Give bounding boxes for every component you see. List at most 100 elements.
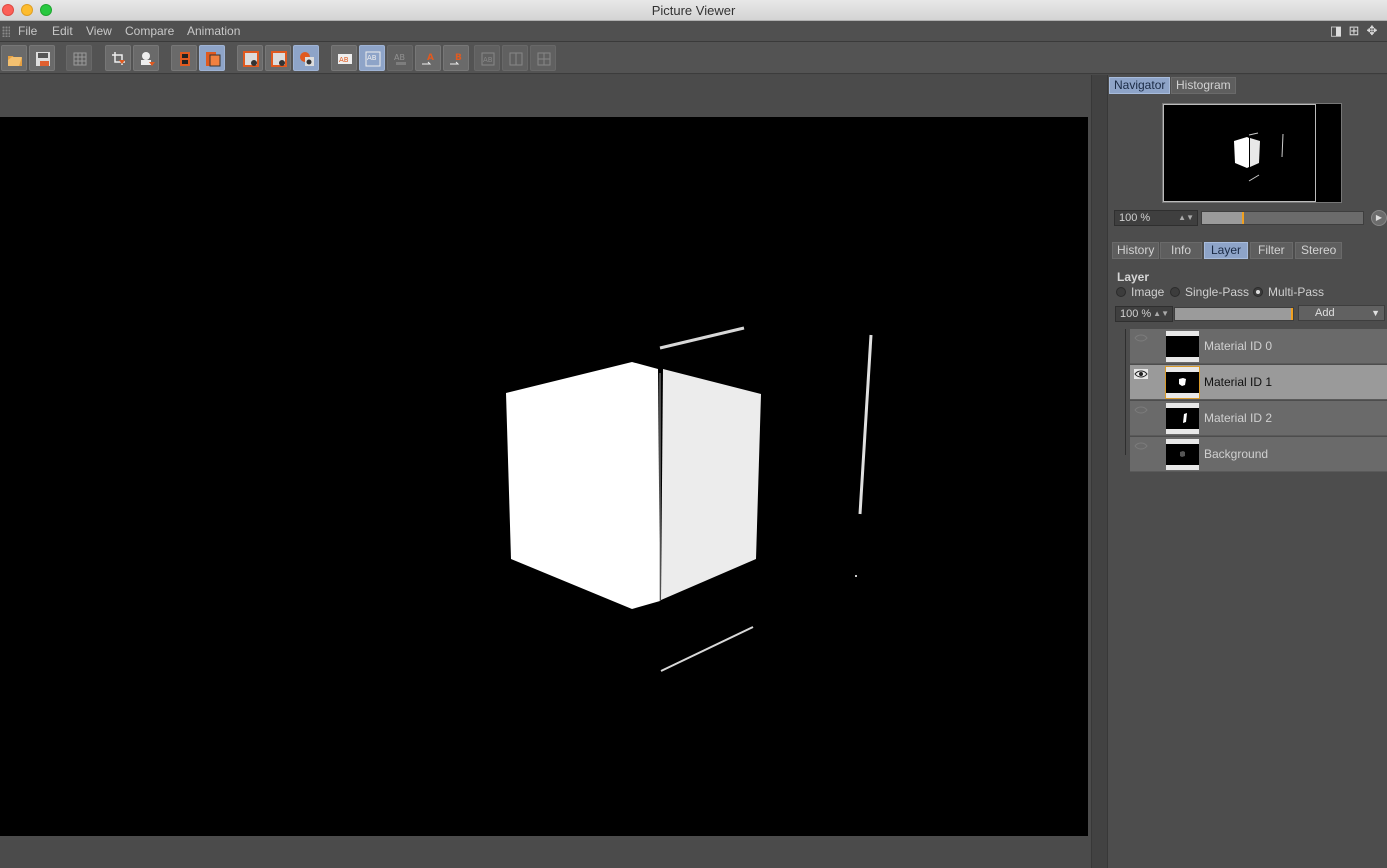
radio-icon[interactable] [1170, 287, 1180, 297]
split-grid-2-button[interactable] [502, 45, 528, 71]
tab-histogram[interactable]: Histogram [1171, 77, 1236, 94]
add-layer-dropdown[interactable]: Add ▼ [1298, 305, 1385, 321]
grid-icon [73, 52, 87, 66]
add-layer-label: Add [1315, 307, 1335, 319]
tab-navigator[interactable]: Navigator [1109, 77, 1171, 94]
window-title: Picture Viewer [651, 3, 736, 18]
tab-stereo[interactable]: Stereo [1295, 242, 1343, 259]
menu-view[interactable]: View [86, 24, 112, 38]
open-file-button[interactable] [1, 45, 27, 71]
menu-bar: File Edit View Compare Animation ◨ ⊞ ✥ [0, 21, 1387, 42]
menu-compare[interactable]: Compare [125, 24, 174, 38]
crop-down-button[interactable] [105, 45, 131, 71]
tab-filter[interactable]: Filter [1250, 242, 1293, 259]
navigator-zoom-slider[interactable] [1201, 211, 1364, 225]
menu-edit[interactable]: Edit [52, 24, 73, 38]
set-b-button[interactable]: B [443, 45, 469, 71]
set-a-button[interactable]: A [415, 45, 441, 71]
svg-text:AB: AB [339, 56, 349, 64]
eye-hidden-icon[interactable] [1134, 333, 1148, 343]
layer-row-background[interactable]: Background [1130, 437, 1387, 472]
tab-info[interactable]: Info [1160, 242, 1203, 259]
eye-visible-icon[interactable] [1134, 369, 1148, 379]
menu-file[interactable]: File [18, 24, 37, 38]
layer-name: Material ID 2 [1204, 411, 1273, 425]
navigator-zoom-field[interactable]: 100 % ▲▼ [1114, 210, 1198, 226]
grid-button[interactable] [66, 45, 92, 71]
crop-down-icon [112, 52, 125, 65]
layer-section-title: Layer [1117, 270, 1150, 284]
ab-split-icon: AB [365, 51, 381, 67]
layer-mode-multi-pass[interactable]: Multi-Pass [1253, 285, 1324, 299]
svg-text:AB: AB [367, 54, 377, 62]
eye-hidden-icon[interactable] [1134, 441, 1148, 451]
ab-group: AB AB AB A B [331, 45, 469, 71]
ab-icon: AB [338, 54, 352, 64]
title-bar: Picture Viewer [0, 0, 1387, 21]
spin-arrows-icon[interactable]: ▲▼ [1178, 211, 1194, 225]
layer-name: Background [1204, 447, 1269, 461]
layer-row-material-id-1[interactable]: Material ID 1 [1130, 365, 1387, 400]
ab-split-button[interactable]: AB [359, 45, 385, 71]
tab-layer[interactable]: Layer [1204, 242, 1249, 259]
svg-text:B: B [455, 53, 462, 63]
split-grid-3-icon [537, 52, 551, 66]
ab-swap-button[interactable]: AB [387, 45, 413, 71]
layer-row-material-id-2[interactable]: Material ID 2 [1130, 401, 1387, 436]
chevron-down-icon: ▼ [1371, 308, 1380, 318]
svg-text:AB: AB [394, 53, 405, 62]
compare-eye-icon [300, 52, 314, 66]
compare-left-button[interactable] [237, 45, 263, 71]
open-file-icon [8, 56, 22, 66]
film-strip-stack-icon [206, 52, 221, 67]
navigator-thumbnail [1234, 132, 1284, 182]
layout-controls: ◨ ⊞ ✥ [1327, 23, 1387, 40]
compare-right-button[interactable] [265, 45, 291, 71]
split-grid-1-button[interactable]: AB [474, 45, 500, 71]
layer-thumbnail [1166, 439, 1199, 470]
compare-eye-button[interactable] [293, 45, 319, 71]
set-a-icon: A [422, 53, 434, 65]
layer-row-material-id-0[interactable]: Material ID 0 [1130, 329, 1387, 364]
layer-mode-single-pass[interactable]: Single-Pass [1170, 285, 1249, 299]
grip-icon [2, 26, 10, 37]
split-grid-1-icon: AB [481, 52, 495, 66]
film-strip-button[interactable] [171, 45, 197, 71]
navigator-zoom-value: 100 % [1119, 212, 1151, 224]
set-b-icon: B [450, 53, 462, 65]
radio-selected-icon[interactable] [1253, 287, 1263, 297]
tab-history[interactable]: History [1112, 242, 1160, 259]
move-panel-icon[interactable]: ✥ [1365, 24, 1379, 38]
layer-name: Material ID 1 [1204, 375, 1273, 389]
eye-hidden-icon[interactable] [1134, 405, 1148, 415]
render-group [105, 45, 159, 71]
render-canvas[interactable] [0, 117, 1088, 836]
radio-icon[interactable] [1116, 287, 1126, 297]
opacity-slider-handle[interactable] [1291, 308, 1293, 320]
compare-left-icon [243, 51, 259, 67]
side-panel: Navigator Histogram 100 % ▲▼ ▶ History I… [1108, 75, 1387, 868]
new-panel-icon[interactable]: ⊞ [1347, 24, 1361, 38]
panel-layout-icon[interactable]: ◨ [1329, 24, 1343, 38]
split-grid-2-icon [509, 52, 523, 66]
compare-group [237, 45, 319, 71]
layer-name: Material ID 0 [1204, 339, 1273, 353]
viewport-scrollbar[interactable] [1091, 75, 1108, 868]
spin-arrows-icon[interactable]: ▲▼ [1153, 307, 1169, 321]
layer-opacity-slider[interactable] [1174, 307, 1294, 321]
film-strip-stack-button[interactable] [199, 45, 225, 71]
zoom-slider-handle[interactable] [1242, 212, 1244, 224]
save-file-button[interactable] [29, 45, 55, 71]
navigator-preview[interactable] [1162, 103, 1342, 203]
film-strip-icon [180, 52, 190, 66]
play-icon[interactable]: ▶ [1371, 210, 1387, 226]
status-bar [0, 836, 1091, 868]
layer-mode-image[interactable]: Image [1116, 285, 1164, 299]
render-image [506, 326, 873, 672]
ab-button[interactable]: AB [331, 45, 357, 71]
image-viewport[interactable] [0, 75, 1091, 868]
menu-animation[interactable]: Animation [187, 24, 240, 38]
user-down-button[interactable] [133, 45, 159, 71]
layer-opacity-field[interactable]: 100 % ▲▼ [1115, 306, 1173, 322]
split-grid-3-button[interactable] [530, 45, 556, 71]
